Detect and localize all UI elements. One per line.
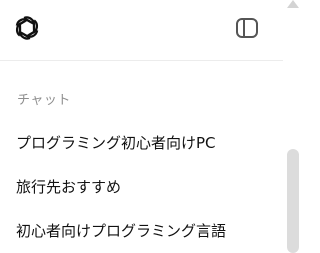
- scrollbar-thumb[interactable]: [287, 149, 299, 253]
- section-label: チャット: [17, 93, 71, 108]
- chat-item[interactable]: 旅行先おすすめ: [0, 168, 276, 204]
- sidebar-header: [0, 0, 283, 60]
- chat-item-label: プログラミング初心者向けPC: [16, 134, 216, 152]
- openai-logo-icon[interactable]: [13, 14, 41, 42]
- chat-item-label: 初心者向けプログラミング言語: [16, 222, 227, 240]
- chat-item[interactable]: 初心者向けプログラミング言語: [0, 212, 276, 248]
- sidebar-toggle-icon: [236, 18, 258, 38]
- sidebar-toggle-button[interactable]: [235, 17, 259, 39]
- chat-item[interactable]: プログラミング初心者向けPC: [0, 124, 276, 160]
- scroll-up-arrow-icon[interactable]: [287, 0, 299, 8]
- chat-item-label: 旅行先おすすめ: [16, 178, 122, 196]
- sidebar: チャット プログラミング初心者向けPC 旅行先おすすめ 初心者向けプログラミング…: [0, 0, 317, 253]
- header-divider: [0, 60, 283, 61]
